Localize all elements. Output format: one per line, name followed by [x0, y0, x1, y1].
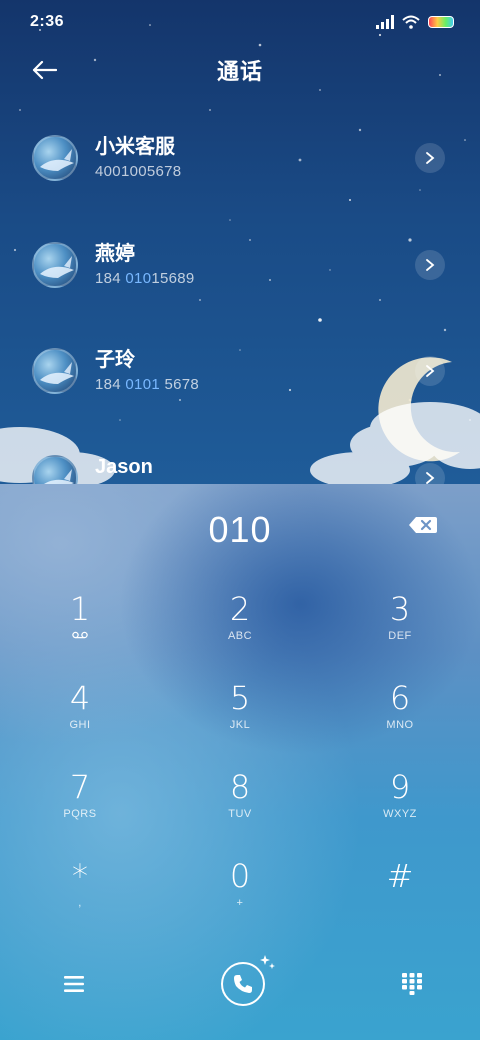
arrow-left-icon — [32, 60, 57, 80]
key-2[interactable]: 2 ABC — [160, 590, 320, 679]
status-bar: 2:36 — [0, 0, 480, 44]
list-item[interactable]: 子玲 184 0101 5678 — [0, 337, 480, 444]
header: 通话 — [0, 48, 480, 92]
signal-icon — [376, 15, 394, 29]
chevron-right-icon — [426, 152, 435, 164]
key-4[interactable]: 4 GHI — [0, 679, 160, 768]
voicemail-icon — [72, 630, 88, 644]
contact-name: 小米客服 — [95, 136, 175, 158]
dialer-panel: 010 1 2 ABC 3 DEF 4 GHI 5 JKL 6 MNO 7 PQ… — [0, 484, 480, 1040]
avatar — [32, 348, 78, 394]
key-3[interactable]: 3 DEF — [320, 590, 480, 679]
contact-number: 4001005678 — [95, 163, 182, 180]
call-button[interactable] — [221, 955, 275, 1006]
keypad-icon — [402, 973, 422, 995]
chevron-right-icon — [426, 471, 435, 484]
key-6[interactable]: 6 MNO — [320, 679, 480, 768]
contact-detail-button[interactable] — [415, 356, 445, 386]
list-item[interactable]: 燕婷 184 01015689 — [0, 231, 480, 338]
backspace-icon — [409, 517, 437, 533]
back-button[interactable] — [28, 54, 60, 86]
avatar — [32, 135, 78, 181]
menu-icon — [64, 976, 84, 992]
contact-name: 子玲 — [95, 349, 135, 371]
battery-icon — [428, 16, 454, 28]
menu-button[interactable] — [62, 972, 86, 996]
sparkle-icon — [260, 955, 275, 969]
status-time: 2:36 — [30, 13, 65, 30]
chevron-right-icon — [426, 258, 435, 271]
wifi-icon — [402, 15, 420, 29]
contact-number: 184 01015689 — [95, 269, 195, 287]
key-hash[interactable]: # — [320, 857, 480, 946]
contact-name: Jason — [95, 455, 153, 478]
contact-number: 184 0101 5678 — [95, 376, 200, 393]
keypad: 1 2 ABC 3 DEF 4 GHI 5 JKL 6 MNO 7 PQRS 8… — [0, 590, 480, 946]
bottom-bar — [0, 954, 480, 1014]
contact-detail-button[interactable] — [415, 143, 445, 173]
keypad-toggle-button[interactable] — [400, 972, 424, 996]
key-5[interactable]: 5 JKL — [160, 679, 320, 768]
key-9[interactable]: 9 WXYZ — [320, 768, 480, 857]
chevron-right-icon — [426, 365, 435, 377]
key-star[interactable]: * , — [0, 857, 160, 946]
avatar — [32, 241, 78, 288]
contact-name: 燕婷 — [95, 242, 135, 265]
phone-icon — [234, 975, 252, 993]
backspace-button[interactable] — [408, 515, 440, 537]
key-8[interactable]: 8 TUV — [160, 768, 320, 857]
key-0[interactable]: 0 + — [160, 857, 320, 946]
page-title: 通话 — [216, 59, 263, 84]
contact-detail-button[interactable] — [415, 249, 445, 280]
key-7[interactable]: 7 PQRS — [0, 768, 160, 857]
status-icons — [376, 15, 454, 29]
list-item[interactable]: 小米客服 4001005678 — [0, 124, 480, 231]
key-1[interactable]: 1 — [0, 590, 160, 679]
